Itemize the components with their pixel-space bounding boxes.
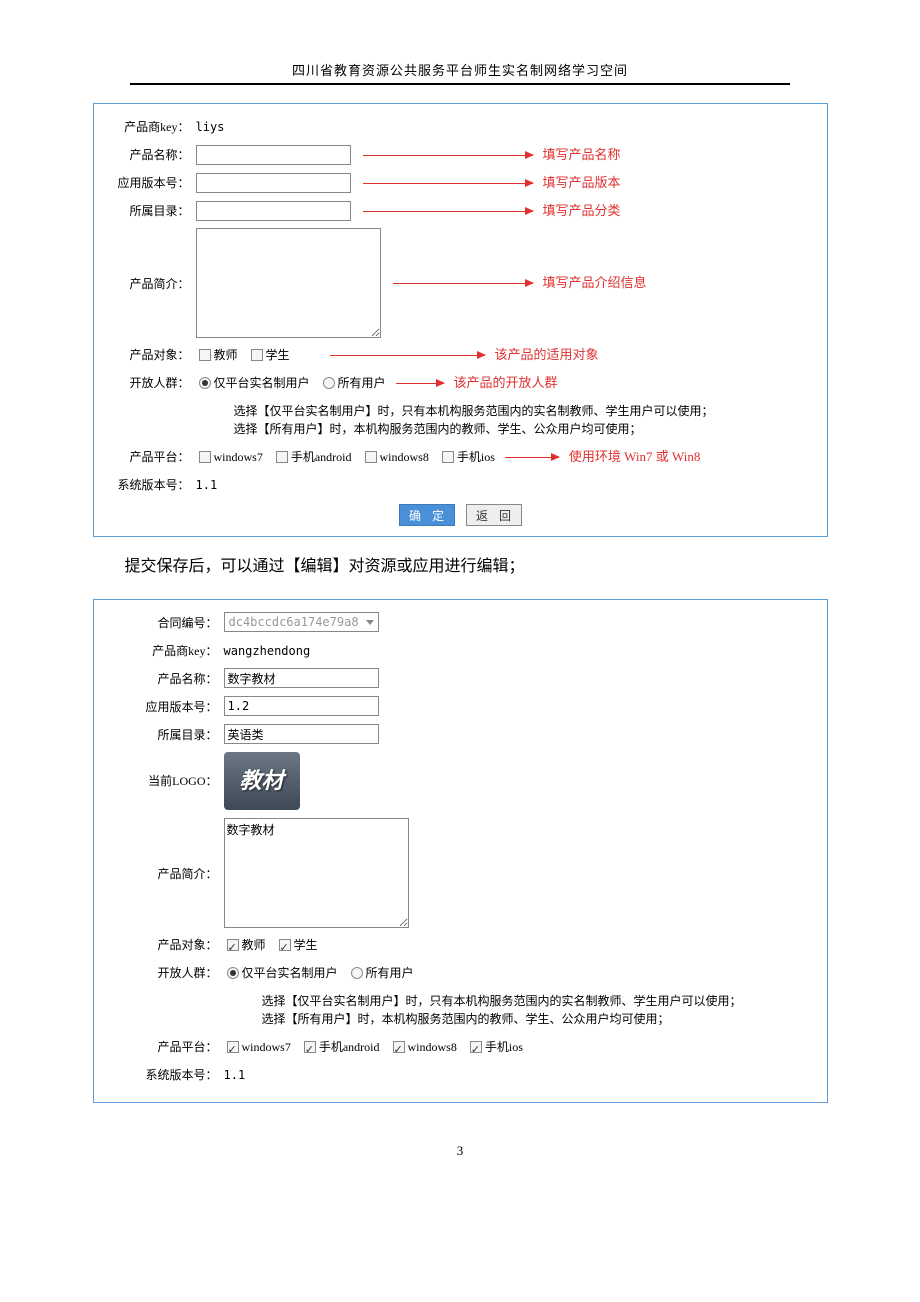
header-rule [130, 83, 790, 85]
input-version[interactable] [224, 696, 379, 716]
label-target: 产品对象： [104, 344, 196, 366]
checkbox-windows7[interactable]: windows7 [196, 446, 263, 468]
open-scope-note: 选择【仅平台实名制用户】时，只有本机构服务范围内的实名制教师、学生用户可以使用；… [262, 992, 817, 1028]
label-vendor-key: 产品商key： [104, 640, 224, 662]
value-sys-version: 1.1 [224, 1064, 246, 1086]
label-open-to: 开放人群： [104, 962, 224, 984]
label-platform: 产品平台： [104, 446, 196, 468]
page-header: 四川省教育资源公共服务平台师生实名制网络学习空间 [0, 60, 920, 79]
value-sys-version: 1.1 [196, 474, 218, 496]
open-scope-note: 选择【仅平台实名制用户】时，只有本机构服务范围内的实名制教师、学生用户可以使用；… [234, 402, 817, 438]
arrow-icon [505, 457, 559, 458]
label-intro: 产品简介： [104, 228, 196, 295]
annotation-intro: 填写产品介绍信息 [543, 272, 647, 294]
chevron-down-icon [366, 620, 374, 625]
arrow-icon [396, 383, 444, 384]
annotation-category: 填写产品分类 [543, 200, 621, 222]
label-contract: 合同编号： [104, 612, 224, 634]
checkbox-windows7[interactable]: windows7 [224, 1036, 291, 1058]
checkbox-windows8[interactable]: windows8 [390, 1036, 457, 1058]
textarea-intro[interactable] [224, 818, 409, 928]
checkbox-ios[interactable]: 手机ios [467, 1036, 523, 1058]
arrow-icon [363, 155, 533, 156]
label-name: 产品名称： [104, 668, 224, 690]
form-panel-create: 产品商key： liys 产品名称： 填写产品名称 应用版本号： 填写产品版本 … [93, 103, 828, 537]
checkbox-student[interactable]: 学生 [248, 344, 290, 366]
label-category: 所属目录： [104, 724, 224, 746]
label-vendor-key: 产品商key： [104, 116, 196, 138]
radio-real-name[interactable]: 仅平台实名制用户 [224, 962, 338, 984]
label-sys-version: 系统版本号： [104, 474, 196, 496]
input-category[interactable] [224, 724, 379, 744]
label-logo: 当前LOGO： [104, 770, 224, 792]
textarea-intro[interactable] [196, 228, 381, 338]
logo-image: 教材 [224, 752, 300, 810]
value-vendor-key: wangzhendong [224, 640, 311, 662]
arrow-icon [393, 283, 533, 284]
select-contract[interactable]: dc4bccdc6a174e79a8 [224, 612, 379, 632]
back-button[interactable]: 返 回 [466, 504, 522, 526]
input-category[interactable] [196, 201, 351, 221]
input-version[interactable] [196, 173, 351, 193]
label-target: 产品对象： [104, 934, 224, 956]
label-platform: 产品平台： [104, 1036, 224, 1058]
arrow-icon [363, 183, 533, 184]
annotation-name: 填写产品名称 [543, 144, 621, 166]
label-intro: 产品简介： [104, 818, 224, 885]
value-vendor-key: liys [196, 116, 225, 138]
label-version: 应用版本号： [104, 696, 224, 718]
label-sys-version: 系统版本号： [104, 1064, 224, 1086]
checkbox-teacher[interactable]: 教师 [196, 344, 238, 366]
annotation-platform: 使用环境 Win7 或 Win8 [569, 446, 700, 468]
checkbox-android[interactable]: 手机android [301, 1036, 380, 1058]
label-open-to: 开放人群： [104, 372, 196, 394]
checkbox-teacher[interactable]: 教师 [224, 934, 266, 956]
checkbox-android[interactable]: 手机android [273, 446, 352, 468]
radio-all-users[interactable]: 所有用户 [348, 962, 414, 984]
input-name[interactable] [196, 145, 351, 165]
arrow-icon [363, 211, 533, 212]
label-category: 所属目录： [104, 200, 196, 222]
label-name: 产品名称： [104, 144, 196, 166]
label-version: 应用版本号： [104, 172, 196, 194]
body-text: 提交保存后，可以通过【编辑】对资源或应用进行编辑； [93, 555, 828, 579]
radio-real-name[interactable]: 仅平台实名制用户 [196, 372, 310, 394]
annotation-open: 该产品的开放人群 [454, 372, 558, 394]
arrow-icon [330, 355, 485, 356]
radio-all-users[interactable]: 所有用户 [320, 372, 386, 394]
checkbox-student[interactable]: 学生 [276, 934, 318, 956]
page-number: 3 [0, 1143, 920, 1159]
input-name[interactable] [224, 668, 379, 688]
form-panel-edit: 合同编号： dc4bccdc6a174e79a8 产品商key： wangzhe… [93, 599, 828, 1103]
checkbox-windows8[interactable]: windows8 [362, 446, 429, 468]
confirm-button[interactable]: 确 定 [399, 504, 455, 526]
annotation-version: 填写产品版本 [543, 172, 621, 194]
checkbox-ios[interactable]: 手机ios [439, 446, 495, 468]
annotation-target: 该产品的适用对象 [495, 344, 599, 366]
